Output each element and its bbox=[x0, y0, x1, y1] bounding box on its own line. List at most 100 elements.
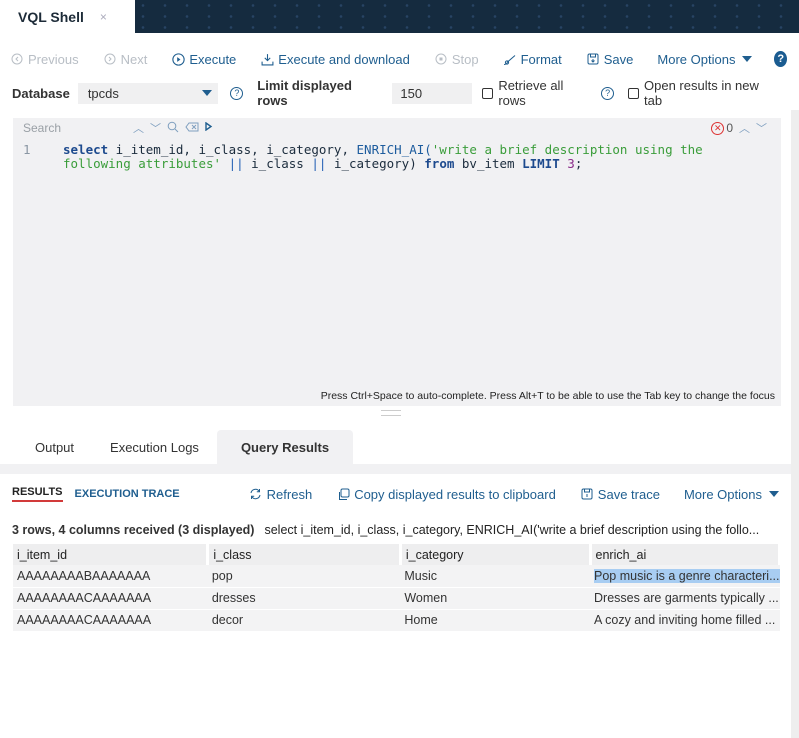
column-header[interactable]: i_class bbox=[207, 544, 402, 565]
column-header[interactable]: enrich_ai bbox=[590, 544, 781, 565]
caret-down-icon bbox=[769, 491, 779, 497]
code-token: || bbox=[221, 156, 252, 171]
play-icon[interactable] bbox=[205, 121, 213, 134]
code-token: 3 bbox=[559, 156, 575, 171]
code-token: 'write a brief description using the bbox=[431, 142, 703, 157]
refresh-icon bbox=[249, 487, 263, 501]
vertical-scrollbar[interactable] bbox=[791, 110, 799, 738]
help-icon[interactable]: ? bbox=[774, 51, 787, 67]
search-input[interactable]: Search bbox=[23, 121, 133, 135]
chevron-down-icon[interactable]: ﹀ bbox=[150, 120, 161, 136]
refresh-label: Refresh bbox=[266, 486, 313, 502]
chevron-up-icon[interactable]: ︿ bbox=[133, 120, 144, 136]
code-area[interactable]: 1 select i_item_id, i_class, i_category,… bbox=[13, 138, 781, 171]
database-select[interactable]: tpcds bbox=[77, 82, 219, 104]
cell[interactable]: Women bbox=[400, 587, 590, 610]
error-icon: ✕ bbox=[711, 121, 725, 135]
stop-label: Stop bbox=[451, 51, 479, 67]
error-count: 0 bbox=[726, 121, 733, 135]
selected-text[interactable]: Pop music is a genre characteri... bbox=[594, 568, 780, 583]
code-token: ENRICH_AI( bbox=[356, 142, 432, 157]
line-number: 1 bbox=[23, 142, 31, 157]
subtab-results[interactable]: RESULTS bbox=[12, 486, 63, 502]
caret-down-icon bbox=[742, 56, 753, 62]
close-tab-icon[interactable]: × bbox=[100, 10, 107, 24]
previous-label: Previous bbox=[28, 51, 79, 67]
tab-execution-logs[interactable]: Execution Logs bbox=[92, 430, 217, 464]
tabs-divider bbox=[0, 464, 799, 474]
code-token: i_class bbox=[251, 156, 304, 171]
brush-icon bbox=[503, 52, 517, 66]
table-row[interactable]: AAAAAAAABAAAAAAA pop Music Pop music is … bbox=[13, 565, 780, 588]
stop-button[interactable]: Stop bbox=[434, 52, 479, 67]
code-token: following attributes' bbox=[63, 156, 222, 171]
column-header[interactable]: i_category bbox=[400, 544, 592, 565]
results-actions: Refresh Copy displayed results to clipbo… bbox=[249, 487, 779, 502]
retrieve-all-rows-checkbox[interactable]: Retrieve all rows bbox=[482, 78, 593, 108]
cell[interactable]: decor bbox=[207, 609, 401, 632]
code-token: select bbox=[63, 142, 109, 157]
cell[interactable]: dresses bbox=[207, 587, 401, 610]
checkbox-box[interactable] bbox=[482, 87, 494, 99]
code-token: from bbox=[424, 156, 455, 171]
execute-and-download-button[interactable]: Execute and download bbox=[260, 52, 410, 67]
table-row[interactable]: AAAAAAAACAAAAAAA dresses Women Dresses a… bbox=[13, 587, 780, 610]
clear-icon[interactable] bbox=[185, 122, 199, 135]
help-icon[interactable]: ? bbox=[601, 86, 615, 100]
help-icon[interactable]: ? bbox=[230, 86, 244, 100]
limit-label: Limit displayed rows bbox=[257, 78, 352, 108]
tab-output[interactable]: Output bbox=[0, 430, 92, 464]
download-icon bbox=[260, 52, 274, 66]
save-button[interactable]: Save bbox=[586, 52, 633, 67]
code-token: i_category) bbox=[333, 156, 425, 171]
table-header-row: i_item_id i_class i_category enrich_ai bbox=[13, 544, 781, 565]
results-more-options-button[interactable]: More Options bbox=[684, 487, 779, 502]
cell[interactable]: Dresses are garments typically ... bbox=[590, 587, 780, 610]
code-lines: select i_item_id, i_class, i_category, E… bbox=[63, 143, 781, 171]
format-button[interactable]: Format bbox=[503, 52, 562, 67]
cell-selected[interactable]: Pop music is a genre characteri... bbox=[590, 565, 780, 588]
code-token: bv_item bbox=[454, 156, 523, 171]
subtab-execution-trace[interactable]: EXECUTION TRACE bbox=[75, 488, 180, 500]
table-row[interactable]: AAAAAAAACAAAAAAA decor Home A cozy and i… bbox=[13, 609, 780, 632]
save-trace-button[interactable]: Save trace bbox=[580, 487, 660, 502]
cell[interactable]: Music bbox=[400, 565, 590, 588]
refresh-button[interactable]: Refresh bbox=[249, 486, 313, 502]
database-label: Database bbox=[12, 85, 70, 101]
resize-handle[interactable] bbox=[381, 410, 401, 416]
error-indicator: ✕ 0 ︿ ﹀ bbox=[711, 120, 781, 136]
retrieve-all-label: Retrieve all rows bbox=[498, 78, 564, 108]
save-icon bbox=[580, 487, 594, 501]
open-new-tab-label: Open results in new tab bbox=[644, 78, 759, 108]
executed-query: select i_item_id, i_class, i_category, E… bbox=[264, 523, 760, 537]
chevron-down-icon[interactable]: ﹀ bbox=[756, 120, 767, 136]
cell[interactable]: pop bbox=[207, 565, 401, 588]
tab-query-results[interactable]: Query Results bbox=[216, 430, 354, 464]
stop-circle-icon bbox=[434, 52, 448, 66]
save-trace-label: Save trace bbox=[597, 486, 660, 502]
limit-rows-input[interactable] bbox=[392, 82, 473, 104]
code-token: i_item_id, i_class, i_category, bbox=[108, 142, 357, 157]
code-token: ; bbox=[574, 156, 583, 171]
column-header[interactable]: i_item_id bbox=[13, 544, 210, 565]
cell[interactable]: AAAAAAAACAAAAAAA bbox=[13, 587, 208, 610]
cell[interactable]: AAAAAAAACAAAAAAA bbox=[13, 609, 208, 632]
checkbox-box[interactable] bbox=[628, 87, 640, 99]
search-icon[interactable] bbox=[167, 121, 179, 136]
copy-icon bbox=[336, 487, 350, 501]
cell[interactable]: AAAAAAAABAAAAAAA bbox=[13, 565, 208, 588]
cell[interactable]: A cozy and inviting home filled ... bbox=[590, 609, 780, 632]
execute-button[interactable]: Execute bbox=[171, 52, 236, 67]
open-new-tab-checkbox[interactable]: Open results in new tab bbox=[628, 78, 779, 108]
circle-arrow-right-icon bbox=[103, 52, 117, 66]
copy-to-clipboard-button[interactable]: Copy displayed results to clipboard bbox=[336, 487, 556, 502]
database-row: Database tpcds ? Limit displayed rows Re… bbox=[12, 78, 787, 108]
cell[interactable]: Home bbox=[400, 609, 590, 632]
previous-button[interactable]: Previous bbox=[10, 52, 79, 67]
chevron-up-icon[interactable]: ︿ bbox=[739, 120, 750, 136]
tab-vql-shell[interactable]: VQL Shell × bbox=[0, 0, 135, 33]
code-editor[interactable]: Search ︿ ﹀ ✕ 0 ︿ ﹀ 1 select i_item_id, i… bbox=[13, 118, 781, 406]
next-button[interactable]: Next bbox=[103, 52, 147, 67]
row-count: 3 rows, 4 columns received (3 displayed) bbox=[12, 523, 255, 537]
more-options-button[interactable]: More Options bbox=[657, 52, 753, 67]
